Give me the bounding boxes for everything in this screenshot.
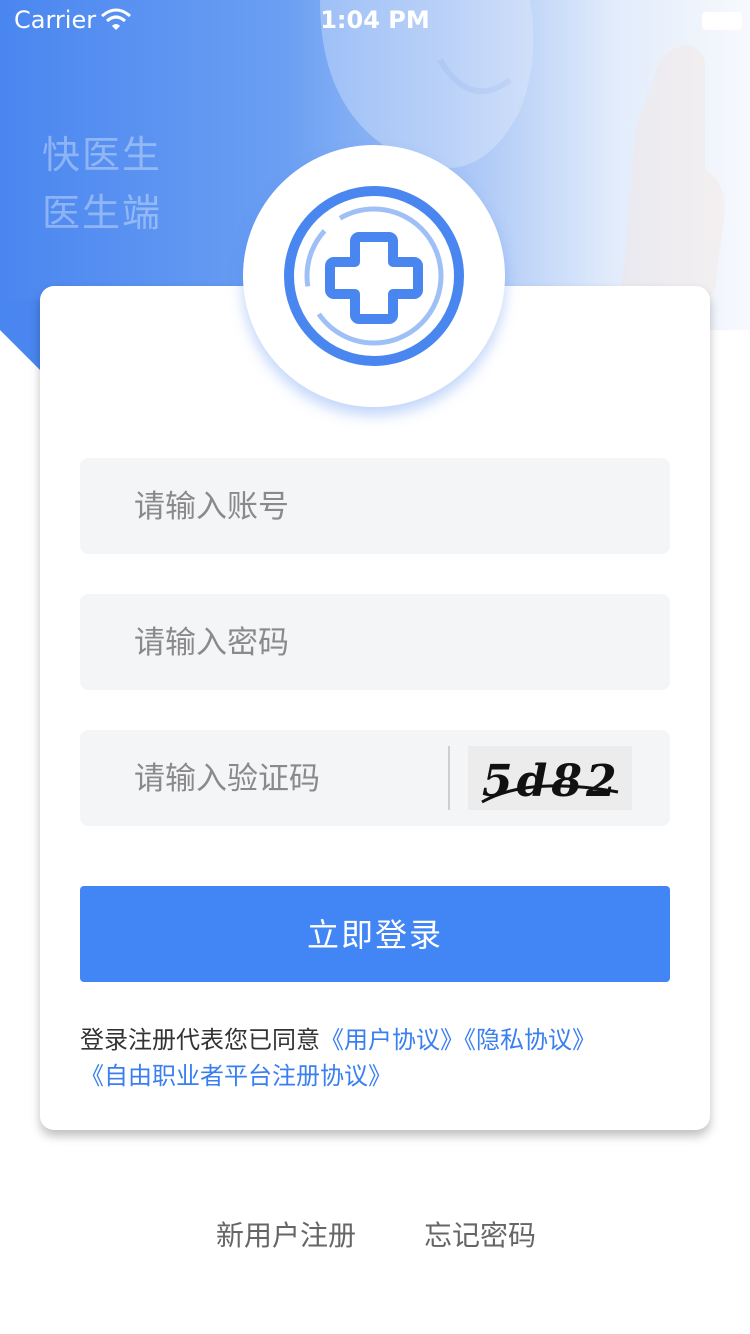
forgot-password-link[interactable]: 忘记密码 [424,1214,536,1254]
password-field [80,594,670,692]
password-input[interactable] [132,594,516,692]
user-agreement-link[interactable]: 《用户协议》 [320,1026,464,1054]
agreement-prefix: 登录注册代表您已同意 [80,1026,320,1054]
register-link[interactable]: 新用户注册 [216,1214,356,1254]
account-input[interactable] [132,458,516,556]
battery-icon [702,12,742,30]
captcha-field: 5d82 [80,730,670,828]
brand-line-1: 快医生 [42,133,163,177]
captcha-text: 5d82 [482,756,621,807]
brand-line-2: 医生端 [42,191,163,235]
login-card [40,286,710,1130]
platform-agreement-link[interactable]: 《自由职业者平台注册协议》 [80,1062,392,1090]
captcha-divider [448,746,450,810]
status-bar: Carrier 1:04 PM [0,0,750,40]
agreement-text: 登录注册代表您已同意《用户协议》《隐私协议》 《自由职业者平台注册协议》 [80,1022,640,1094]
captcha-image[interactable]: 5d82 [468,746,632,810]
captcha-input[interactable] [132,730,436,828]
privacy-agreement-link[interactable]: 《隐私协议》 [464,1026,596,1054]
medical-cross-icon [284,186,464,366]
clock: 1:04 PM [320,6,430,34]
app-logo [243,145,505,407]
brand-title: 快医生 医生端 [42,126,162,242]
login-button[interactable]: 立即登录 [80,886,670,982]
account-field [80,458,670,556]
